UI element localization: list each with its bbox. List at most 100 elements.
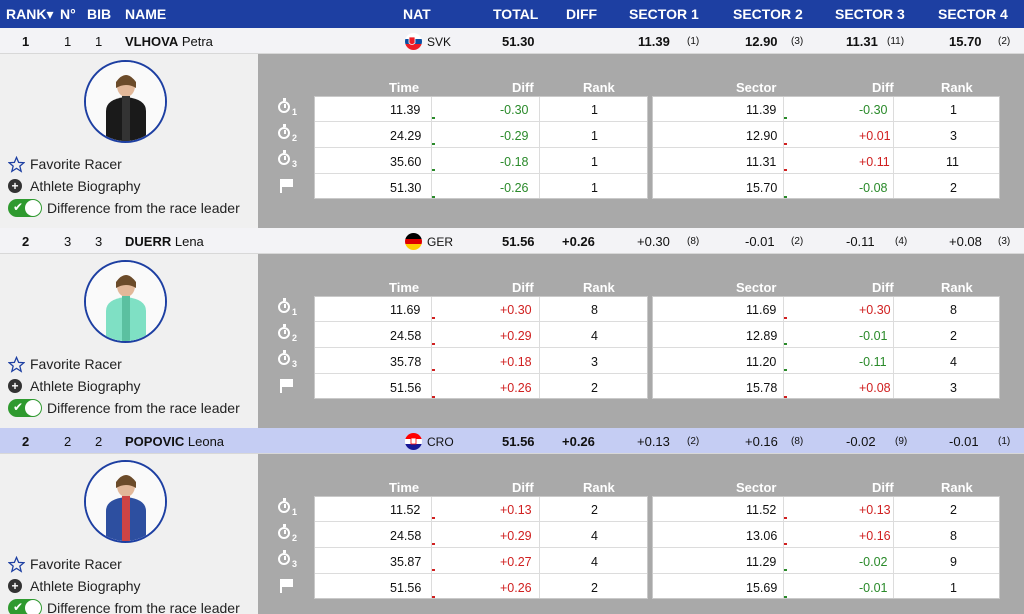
table-row: 24.29 -0.29 1	[315, 123, 647, 148]
split-time: 24.29	[390, 129, 422, 143]
sector-rank: 2	[950, 329, 957, 343]
favorite-racer-link[interactable]: Favorite Racer	[8, 154, 122, 174]
col-rank: Rank	[583, 280, 615, 295]
sector-time: 11.31	[746, 155, 777, 169]
split-rank: 1	[591, 155, 598, 169]
athlete-rank: 2	[22, 434, 30, 449]
col-sector-rank: Rank	[941, 480, 973, 495]
sector-rank: 8	[950, 529, 957, 543]
athlete-row[interactable]: 2 3 3 DUERR Lena GER 51.56 +0.26 +0.30 (…	[0, 228, 1024, 254]
difference-toggle[interactable]: ✔ Difference from the race leader	[8, 398, 240, 418]
sector-time: 13.06	[746, 529, 778, 543]
split-time: 51.30	[390, 181, 422, 195]
sector-diff: +0.13	[859, 503, 891, 517]
split-diff: -0.18	[500, 155, 529, 169]
favorite-racer-label: Favorite Racer	[30, 356, 122, 372]
split-rank: 4	[591, 555, 598, 569]
athlete-no: 3	[64, 234, 72, 249]
athlete-surname: VLHOVA	[125, 34, 179, 49]
split-diff: +0.13	[500, 503, 532, 517]
athlete-rank: 2	[22, 234, 30, 249]
sector-time: 15.69	[746, 581, 778, 595]
athlete-detail: Favorite Racer + Athlete Biography ✔ Dif…	[0, 254, 1024, 428]
split-rank: 4	[591, 529, 598, 543]
sector-diff: +0.30	[859, 303, 891, 317]
athlete-diff: +0.26	[562, 434, 595, 449]
table-row: 24.58 +0.29 4	[315, 523, 647, 548]
athlete-row[interactable]: 1 1 1 VLHOVA Petra SVK 51.30 11.39 (1) 1…	[0, 28, 1024, 54]
split-times-table: 11.39 -0.30 1 24.29 -0.29 1 35.60 -0.18 …	[314, 96, 648, 199]
sector-rank: 3	[950, 129, 957, 143]
difference-toggle[interactable]: ✔ Difference from the race leader	[8, 598, 240, 614]
col-no: N°	[60, 6, 76, 22]
favorite-racer-link[interactable]: Favorite Racer	[8, 354, 122, 374]
table-row: 35.78 +0.18 3	[315, 349, 647, 374]
athlete-row[interactable]: 2 2 2 POPOVIC Leona CRO 51.56 +0.26 +0.1…	[0, 428, 1024, 454]
athlete-name[interactable]: VLHOVA Petra	[125, 34, 213, 49]
split-rank: 1	[591, 181, 598, 195]
athlete-biography-label: Athlete Biography	[30, 578, 141, 594]
sector-times-table: 11.52 +0.13 2 13.06 +0.16 8 11.29 -0.02 …	[652, 496, 1000, 599]
sector-diff: +0.01	[859, 129, 891, 143]
split-time: 11.39	[390, 103, 421, 117]
split-diff: +0.29	[500, 329, 532, 343]
table-row: 15.78 +0.08 3	[653, 375, 999, 400]
athlete-sector1-rank: (2)	[687, 436, 700, 447]
toggle-icon[interactable]: ✔	[8, 199, 42, 217]
toggle-icon[interactable]: ✔	[8, 599, 42, 614]
split-diff: -0.26	[500, 181, 529, 195]
sector-diff: -0.01	[859, 581, 888, 595]
athlete-biography-link[interactable]: + Athlete Biography	[8, 176, 141, 196]
split-2-row-icon: 2	[278, 522, 302, 547]
sector-diff: +0.16	[859, 529, 891, 543]
athlete-sector2-rank: (2)	[791, 236, 804, 247]
split-rank: 2	[591, 503, 598, 517]
athlete-biography-link[interactable]: + Athlete Biography	[8, 376, 141, 396]
country-flag-icon	[405, 33, 422, 50]
athlete-nat: CRO	[427, 435, 454, 449]
plus-circle-icon: +	[8, 179, 22, 193]
flag-icon	[280, 379, 293, 393]
split-time: 51.56	[390, 381, 422, 395]
athlete-sector2: 12.90	[745, 34, 778, 49]
col-sector-diff: Diff	[872, 280, 894, 295]
col-rank: Rank	[583, 480, 615, 495]
sector-diff: -0.02	[859, 555, 888, 569]
table-row: 51.56 +0.26 2	[315, 575, 647, 600]
sector-rank: 1	[950, 103, 957, 117]
split-number: 3	[292, 159, 298, 169]
split-3-row-icon: 3	[278, 348, 302, 373]
athlete-sector3-rank: (11)	[887, 36, 905, 47]
col-time: Time	[389, 80, 420, 95]
table-row: 35.60 -0.18 1	[315, 149, 647, 174]
favorite-racer-link[interactable]: Favorite Racer	[8, 554, 122, 574]
sector-rank: 3	[950, 381, 957, 395]
split-number: 1	[292, 507, 298, 517]
stopwatch-icon	[278, 298, 290, 313]
sector-rank: 8	[950, 303, 957, 317]
athlete-no: 2	[64, 434, 72, 449]
athlete-sector1-rank: (1)	[687, 36, 700, 47]
athlete-name[interactable]: POPOVIC Leona	[125, 434, 224, 449]
split-times-table: 11.69 +0.30 8 24.58 +0.29 4 35.78 +0.18 …	[314, 296, 648, 399]
athlete-sector4-rank: (3)	[998, 236, 1011, 247]
stopwatch-icon	[278, 524, 290, 539]
col-rank[interactable]: RANK▾	[6, 6, 53, 23]
stopwatch-icon	[278, 124, 290, 139]
difference-toggle[interactable]: ✔ Difference from the race leader	[8, 198, 240, 218]
star-icon	[8, 355, 25, 373]
athlete-biography-link[interactable]: + Athlete Biography	[8, 576, 141, 596]
split-rank: 1	[591, 129, 598, 143]
split-number: 3	[292, 559, 298, 569]
athlete-sector2-rank: (3)	[791, 36, 804, 47]
athlete-name[interactable]: DUERR Lena	[125, 234, 204, 249]
toggle-icon[interactable]: ✔	[8, 399, 42, 417]
athlete-detail: Favorite Racer + Athlete Biography ✔ Dif…	[0, 454, 1024, 614]
flag-icon	[280, 579, 293, 593]
split-diff: +0.18	[500, 355, 532, 369]
athlete-sector3: 11.31	[846, 34, 878, 49]
col-diff: Diff	[512, 80, 534, 95]
split-time: 11.52	[390, 503, 421, 517]
table-row: 11.69 +0.30 8	[653, 297, 999, 322]
sector-diff: +0.08	[859, 381, 891, 395]
